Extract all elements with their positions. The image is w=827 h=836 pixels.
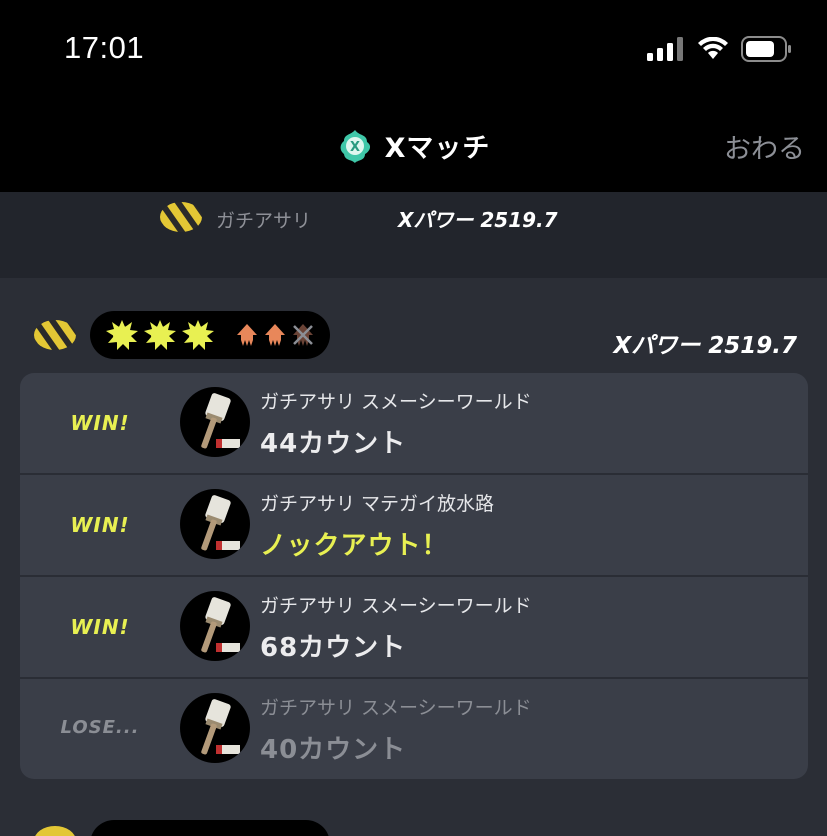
- battle-score: 44カウント: [260, 429, 407, 459]
- close-button[interactable]: おわる: [724, 127, 805, 166]
- stage-name: ガチアサリ スメーシーワールド: [260, 391, 532, 413]
- weapon-icon: [180, 387, 250, 457]
- set-header: Xパワー 2519.7: [0, 308, 827, 364]
- set-x-power: Xパワー 2519.7: [613, 333, 798, 359]
- page-title-text: Xマッチ: [384, 133, 491, 164]
- page-title: X Xマッチ: [0, 126, 827, 165]
- navigation-bar: X Xマッチ おわる: [0, 100, 827, 192]
- x-match-icon: X: [340, 129, 370, 163]
- battle-result: LOSE...: [60, 717, 140, 738]
- win-splat-icon: [106, 320, 138, 350]
- weapon-icon: [180, 591, 250, 661]
- status-icons: [647, 36, 793, 62]
- next-set-header: [0, 812, 827, 836]
- battery-icon: [741, 36, 791, 62]
- battle-row[interactable]: WIN! ガチアサリ スメーシーワールド 68カウント: [20, 577, 808, 679]
- set-record-pill: [90, 311, 330, 359]
- battle-result: WIN!: [70, 615, 130, 639]
- status-time: 17:01: [64, 30, 145, 65]
- weapon-icon: [180, 489, 250, 559]
- weapon-icon: [180, 693, 250, 763]
- battle-score: 40カウント: [260, 735, 407, 765]
- stage-name: ガチアサリ マテガイ放水路: [260, 493, 495, 515]
- battle-row[interactable]: WIN! ガチアサリ マテガイ放水路 ノックアウト！: [20, 475, 808, 577]
- clam-blitz-icon: [35, 826, 75, 836]
- summary-x-power: Xパワー 2519.7: [398, 208, 558, 232]
- summary-rule-label: ガチアサリ: [216, 210, 312, 232]
- battle-list: WIN! ガチアサリ スメーシーワールド 44カウント WIN! ガチアサリ マ…: [20, 373, 808, 779]
- win-splat-icon: [182, 320, 214, 350]
- stage-name: ガチアサリ スメーシーワールド: [260, 697, 532, 719]
- squid-icon: [265, 324, 285, 346]
- match-summary: ガチアサリ Xパワー 2519.7: [0, 192, 827, 278]
- battle-score: 68カウント: [260, 633, 407, 663]
- battle-row[interactable]: LOSE... ガチアサリ スメーシーワールド 40カウント: [20, 679, 808, 779]
- squid-crossed-icon: [293, 324, 313, 346]
- wifi-icon: [698, 37, 728, 59]
- stage-name: ガチアサリ スメーシーワールド: [260, 595, 532, 617]
- squid-icon: [237, 324, 257, 346]
- win-splat-icon: [144, 320, 176, 350]
- set-record-pill: [90, 820, 330, 836]
- status-bar: 17:01: [0, 0, 827, 100]
- signal-icon: [647, 37, 683, 61]
- battle-row[interactable]: WIN! ガチアサリ スメーシーワールド 44カウント: [20, 373, 808, 475]
- battle-result: WIN!: [70, 411, 130, 435]
- svg-text:X: X: [350, 140, 360, 155]
- battle-result: WIN!: [70, 513, 130, 537]
- clam-blitz-icon: [34, 320, 76, 350]
- clam-blitz-icon: [160, 202, 202, 232]
- battle-score: ノックアウト！: [260, 531, 449, 561]
